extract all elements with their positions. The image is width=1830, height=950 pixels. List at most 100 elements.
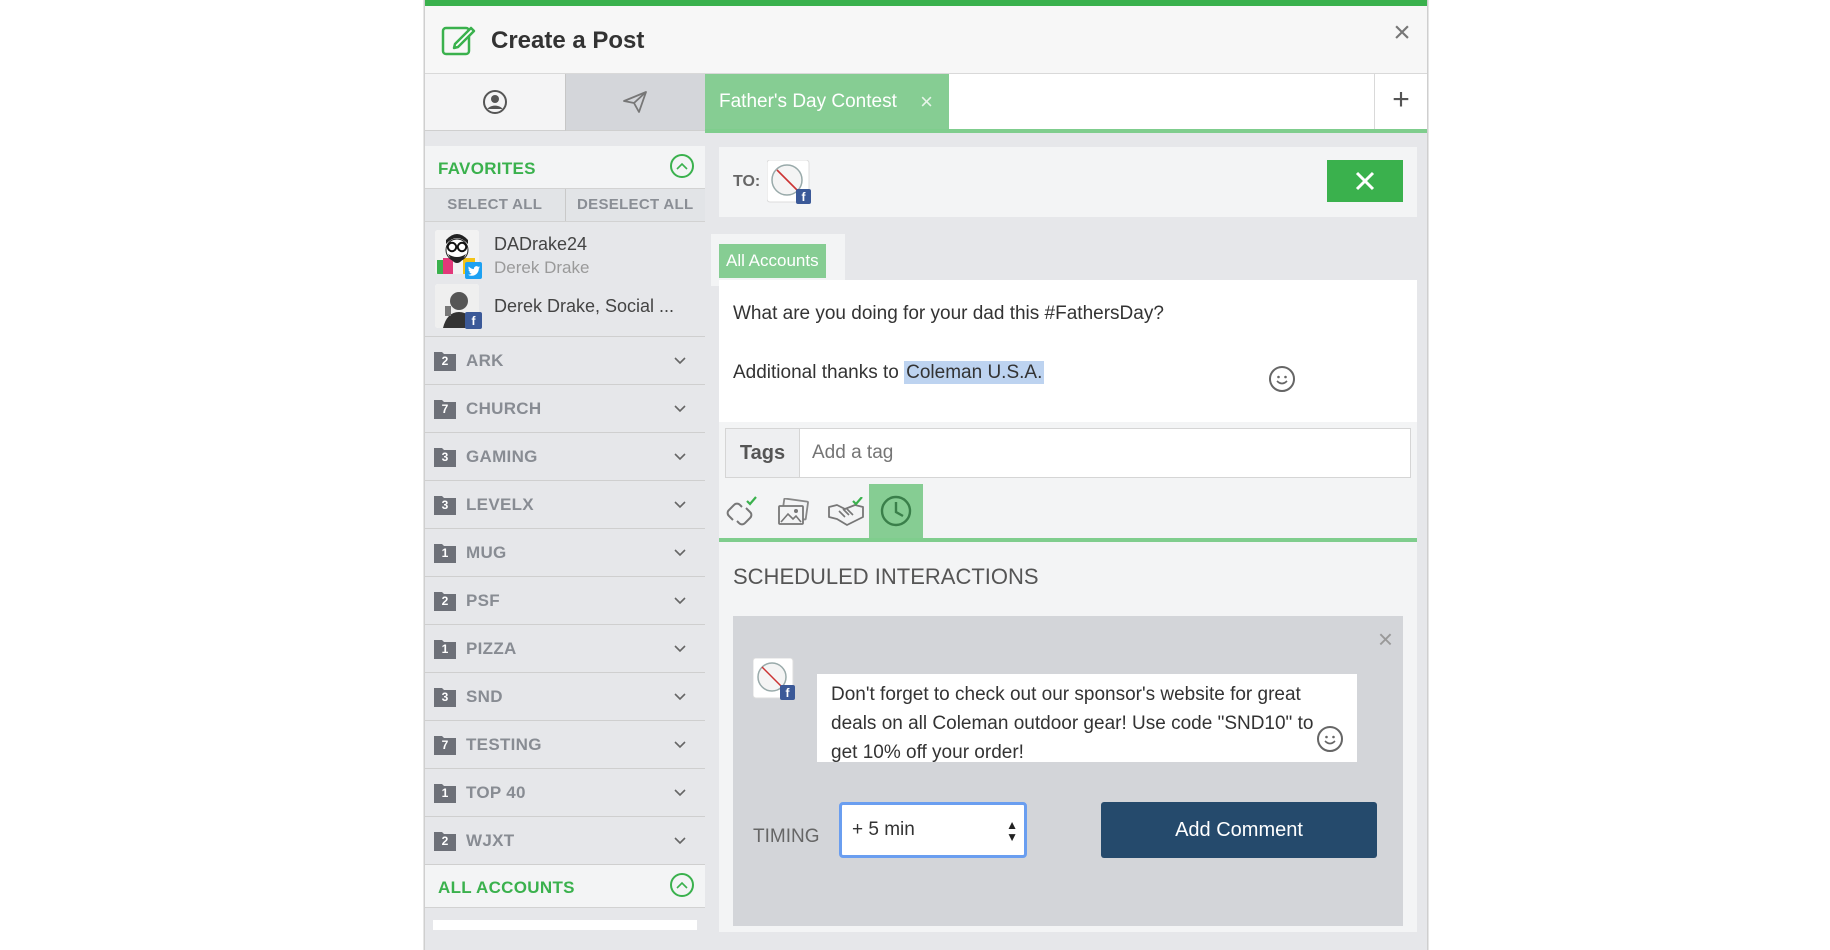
group-name: TOP 40 bbox=[466, 783, 526, 802]
tab-post[interactable]: Father's Day Contest × bbox=[705, 74, 949, 129]
group-row[interactable]: 7 TESTING bbox=[425, 721, 705, 769]
link-tool[interactable] bbox=[719, 490, 765, 536]
group-row[interactable]: 1 PIZZA bbox=[425, 625, 705, 673]
timing-label: TIMING bbox=[753, 826, 820, 847]
link-icon bbox=[726, 496, 757, 526]
chevron-down-icon[interactable] bbox=[673, 353, 687, 367]
group-name: SND bbox=[466, 687, 503, 706]
recipient-avatar[interactable]: f bbox=[766, 159, 811, 204]
post-editor-panel: Father's Day Contest × + TO: f All Accou… bbox=[705, 74, 1427, 950]
tagged-mention[interactable]: Coleman U.S.A. bbox=[904, 361, 1045, 384]
group-count: 3 bbox=[441, 690, 449, 704]
group-row[interactable]: 1 TOP 40 bbox=[425, 769, 705, 817]
close-tab-icon[interactable]: × bbox=[920, 74, 933, 129]
tab-accounts[interactable] bbox=[425, 74, 565, 131]
chevron-down-icon[interactable] bbox=[673, 689, 687, 703]
media-tool[interactable] bbox=[771, 490, 817, 536]
favorite-account-facebook[interactable]: f Derek Drake, Social ... bbox=[425, 276, 705, 337]
group-row[interactable]: 2 ARK bbox=[425, 337, 705, 385]
group-name: LEVELX bbox=[466, 495, 534, 514]
group-name: GAMING bbox=[466, 447, 538, 466]
photo-icon bbox=[778, 498, 809, 525]
group-count: 1 bbox=[441, 642, 449, 656]
group-name: CHURCH bbox=[466, 399, 542, 418]
timing-select[interactable]: + 5 min ▲ ▼ bbox=[839, 802, 1027, 858]
group-count: 3 bbox=[441, 498, 449, 512]
timing-value: + 5 min bbox=[852, 819, 915, 840]
comment-editor[interactable]: Don't forget to check out our sponsor's … bbox=[817, 674, 1357, 763]
close-icon[interactable]: × bbox=[1387, 18, 1417, 48]
group-count: 7 bbox=[441, 402, 449, 416]
remove-comment-icon[interactable]: × bbox=[1378, 624, 1393, 655]
tab-send[interactable] bbox=[564, 74, 705, 131]
deselect-all-button[interactable]: DESELECT ALL bbox=[566, 189, 706, 221]
clear-recipients-button[interactable] bbox=[1327, 160, 1403, 202]
favorite-account-twitter[interactable]: DADrake24 Derek Drake bbox=[425, 222, 705, 279]
group-name: TESTING bbox=[466, 735, 542, 754]
emoji-icon[interactable] bbox=[1269, 366, 1295, 392]
chevron-down-icon[interactable] bbox=[673, 785, 687, 799]
facebook-icon: f bbox=[465, 312, 482, 329]
post-tab-label: Father's Day Contest bbox=[719, 91, 897, 112]
all-accounts-list-start bbox=[433, 920, 697, 930]
all-accounts-tab-label: All Accounts bbox=[719, 244, 826, 278]
collapse-all-accounts-icon[interactable] bbox=[670, 873, 694, 897]
chevron-down-icon[interactable] bbox=[673, 833, 687, 847]
collapse-favorites-icon[interactable] bbox=[670, 154, 694, 178]
create-post-modal: Create a Post × FAVORITES SELECT ALL DES… bbox=[424, 0, 1428, 950]
group-row[interactable]: 1 MUG bbox=[425, 529, 705, 577]
message-editor[interactable]: What are you doing for your dad this #Fa… bbox=[719, 280, 1417, 422]
group-row[interactable]: 3 LEVELX bbox=[425, 481, 705, 529]
message-line-1: What are you doing for your dad this #Fa… bbox=[733, 303, 1164, 324]
compose-icon bbox=[441, 26, 476, 56]
group-name: MUG bbox=[466, 543, 507, 562]
add-tab-button[interactable]: + bbox=[1374, 74, 1427, 129]
group-name: PSF bbox=[466, 591, 500, 610]
all-accounts-header[interactable]: ALL ACCOUNTS bbox=[425, 865, 705, 908]
group-row[interactable]: 2 PSF bbox=[425, 577, 705, 625]
group-name: PIZZA bbox=[466, 639, 517, 658]
handshake-icon bbox=[828, 497, 864, 526]
comment-account-avatar: f bbox=[752, 657, 795, 700]
schedule-tool[interactable] bbox=[869, 484, 923, 538]
group-count: 3 bbox=[441, 450, 449, 464]
group-count: 1 bbox=[441, 786, 449, 800]
chevron-down-icon[interactable] bbox=[673, 737, 687, 751]
group-row[interactable]: 2 WJXT bbox=[425, 817, 705, 865]
recipients-row: TO: f bbox=[719, 147, 1417, 217]
close-icon bbox=[1355, 171, 1375, 191]
chevron-down-icon[interactable] bbox=[673, 497, 687, 511]
group-row[interactable]: 3 GAMING bbox=[425, 433, 705, 481]
group-count: 2 bbox=[441, 354, 449, 368]
chevron-down-icon[interactable] bbox=[673, 545, 687, 559]
favorites-label: FAVORITES bbox=[438, 159, 536, 178]
modal-header: Create a Post × bbox=[425, 6, 1427, 74]
chevron-down-icon[interactable] bbox=[673, 593, 687, 607]
select-all-button[interactable]: SELECT ALL bbox=[425, 189, 566, 221]
chevron-down-icon[interactable] bbox=[673, 641, 687, 655]
favorites-header[interactable]: FAVORITES bbox=[425, 146, 705, 189]
user-icon bbox=[482, 90, 507, 114]
scheduled-comment-card: × f Don't forget to check out our sponso… bbox=[733, 616, 1403, 926]
group-count: 7 bbox=[441, 738, 449, 752]
emoji-icon[interactable] bbox=[1317, 726, 1343, 752]
group-row[interactable]: 3 SND bbox=[425, 673, 705, 721]
add-comment-button[interactable]: Add Comment bbox=[1101, 802, 1377, 858]
sponsor-tool[interactable] bbox=[823, 490, 869, 536]
message-prefix: Additional thanks to bbox=[733, 362, 905, 383]
all-accounts-label: ALL ACCOUNTS bbox=[438, 878, 575, 897]
chevron-down-icon[interactable] bbox=[673, 401, 687, 415]
clock-icon bbox=[880, 495, 912, 527]
comment-text: Don't forget to check out our sponsor's … bbox=[831, 684, 1314, 763]
all-accounts-tab[interactable]: All Accounts bbox=[711, 234, 845, 286]
message-line-2: Additional thanks to Coleman U.S.A. bbox=[733, 361, 1045, 384]
to-label: TO: bbox=[733, 173, 761, 190]
modal-title: Create a Post bbox=[491, 27, 645, 54]
group-count: 2 bbox=[441, 594, 449, 608]
select-row: SELECT ALL DESELECT ALL bbox=[425, 189, 705, 222]
group-row[interactable]: 7 CHURCH bbox=[425, 385, 705, 433]
chevron-down-icon[interactable] bbox=[673, 449, 687, 463]
scheduled-interactions: SCHEDULED INTERACTIONS × f Don't forget … bbox=[719, 542, 1417, 932]
tags-label: Tags bbox=[725, 428, 799, 478]
tag-input[interactable] bbox=[799, 428, 1411, 478]
